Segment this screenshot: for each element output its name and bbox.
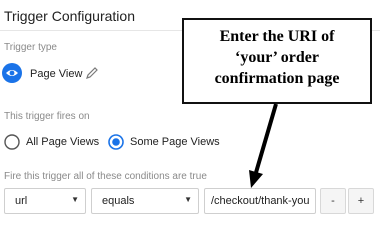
callout-line: confirmation page	[214, 70, 340, 87]
trigger-type-label: Trigger type	[4, 42, 57, 53]
callout-line: ‘your’ order	[235, 49, 319, 66]
operator-select-value: equals	[102, 195, 135, 207]
operator-select[interactable]: equals ▼	[91, 188, 199, 214]
eye-icon	[2, 63, 22, 83]
chevron-down-icon: ▼	[184, 195, 192, 204]
radio-all-page-views-label[interactable]: All Page Views	[26, 136, 99, 148]
pencil-icon[interactable]	[85, 66, 99, 80]
radio-some-page-views-label[interactable]: Some Page Views	[130, 136, 220, 148]
conditions-label: Fire this trigger all of these condition…	[4, 171, 207, 182]
fires-on-label: This trigger fires on	[4, 111, 90, 122]
page-title: Trigger Configuration	[4, 8, 135, 24]
variable-select-value: url	[15, 195, 28, 207]
annotation-callout: Enter the URI of ‘your’ order confirmati…	[182, 18, 372, 104]
add-condition-button[interactable]: +	[348, 188, 374, 214]
variable-select[interactable]: url ▼	[4, 188, 86, 214]
trigger-type-value[interactable]: Page View	[30, 68, 82, 80]
callout-line: Enter the URI of	[219, 28, 335, 45]
radio-some-page-views[interactable]	[108, 134, 124, 150]
radio-all-page-views[interactable]	[4, 134, 20, 150]
condition-value-input[interactable]: /checkout/thank-you	[204, 188, 316, 214]
chevron-down-icon: ▼	[71, 195, 79, 204]
remove-condition-button[interactable]: -	[320, 188, 346, 214]
